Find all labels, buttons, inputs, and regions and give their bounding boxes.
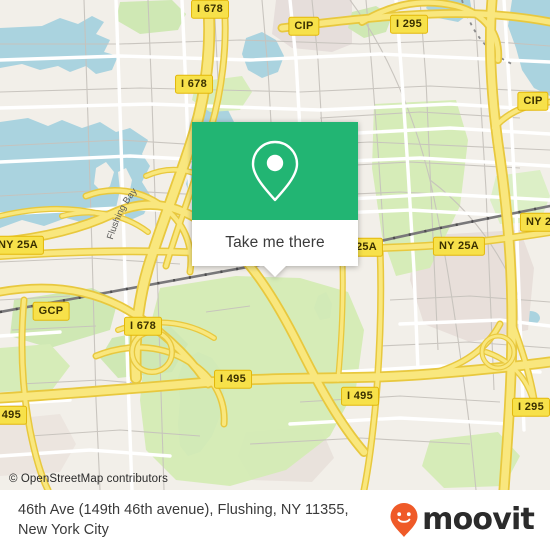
shield-i678-top[interactable]: I 678 (191, 0, 229, 19)
street-label-flushing-bay: Flushing Bay (105, 186, 140, 241)
osm-attribution[interactable]: © OpenStreetMap contributors (9, 472, 168, 486)
shield-ny25a-left[interactable]: NY 25A (0, 235, 45, 255)
moovit-map-share-card: Flushing Bay I 678 CIP I 295 I 678 CIP N… (0, 0, 550, 550)
map-canvas[interactable]: Flushing Bay I 678 CIP I 295 I 678 CIP N… (0, 0, 550, 490)
moovit-wordmark: moovit (422, 502, 535, 537)
shield-cip-top[interactable]: CIP (288, 16, 320, 36)
moovit-logo[interactable]: moovit (389, 502, 550, 538)
shield-i295-bottom[interactable]: I 295 (512, 397, 550, 417)
shield-gcp[interactable]: GCP (32, 301, 70, 321)
shield-i678-lower[interactable]: I 678 (124, 316, 162, 336)
take-me-there-label: Take me there (225, 234, 325, 251)
svg-text:Flushing Bay: Flushing Bay (105, 186, 140, 241)
shield-i678-upper[interactable]: I 678 (175, 74, 213, 94)
callout-pin-panel (192, 122, 358, 220)
address-text: 46th Ave (149th 46th avenue), Flushing, … (0, 500, 389, 540)
moovit-smiley-pin-icon (390, 503, 418, 537)
shield-i495-left[interactable]: I 495 (0, 405, 27, 425)
map-pin-icon (251, 140, 299, 202)
map-callout-popup[interactable]: Take me there (192, 122, 358, 277)
shield-cip-right[interactable]: CIP (517, 91, 549, 111)
shield-ny25a-right[interactable]: NY 25A (432, 236, 486, 256)
address-line-1: 46th Ave (149th 46th avenue), Flushing, … (18, 502, 349, 518)
shield-i495-right[interactable]: I 495 (341, 386, 379, 406)
shield-i295-top[interactable]: I 295 (390, 14, 428, 34)
address-footer-bar: 46th Ave (149th 46th avenue), Flushing, … (0, 490, 550, 550)
shield-i495-mid[interactable]: I 495 (214, 369, 252, 389)
callout-action-bar[interactable]: Take me there (192, 220, 358, 277)
callout-pointer (264, 266, 286, 277)
shield-ny25a-edge[interactable]: NY 25A (519, 212, 550, 232)
address-line-2: New York City (18, 522, 109, 538)
